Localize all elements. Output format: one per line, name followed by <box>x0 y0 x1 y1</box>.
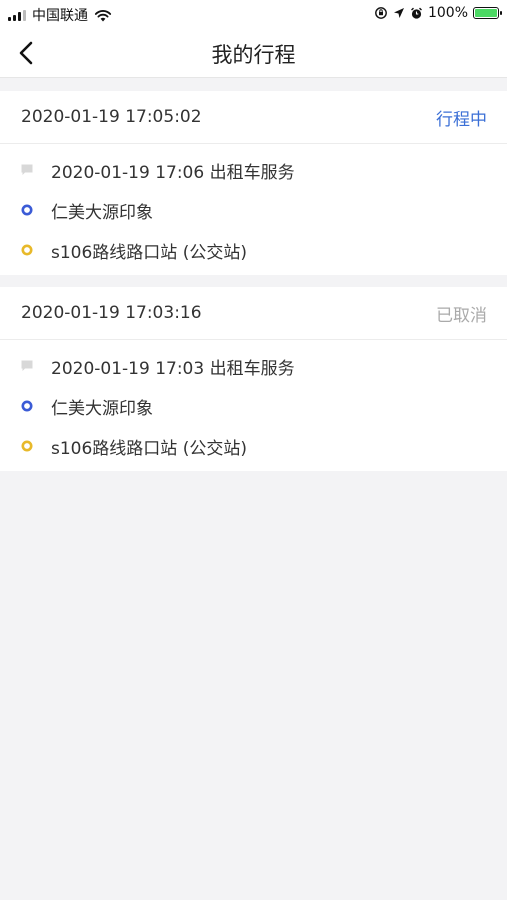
cellular-signal-icon <box>8 9 26 21</box>
trip-end-row: s106路线路口站 (公交站) <box>0 230 507 270</box>
trip-card[interactable]: 2020-01-19 17:03:16 已取消 2020-01-19 17:03… <box>0 287 507 471</box>
trip-status-badge: 已取消 <box>436 305 487 326</box>
battery-percent: 100% <box>427 5 468 21</box>
trip-list: 2020-01-19 17:05:02 行程中 2020-01-19 17:06… <box>0 91 507 483</box>
trip-status-badge: 行程中 <box>436 109 487 130</box>
nav-bar: 我的行程 <box>0 28 507 78</box>
trip-card-header: 2020-01-19 17:05:02 行程中 <box>0 91 507 144</box>
trip-card-header: 2020-01-19 17:03:16 已取消 <box>0 287 507 340</box>
trip-end-location: s106路线路口站 (公交站) <box>51 242 247 263</box>
end-location-dot-icon <box>20 243 34 257</box>
trip-end-row: s106路线路口站 (公交站) <box>0 426 507 466</box>
location-arrow-icon <box>393 8 404 18</box>
carrier-label: 中国联通 <box>32 8 88 24</box>
trip-order-time: 2020-01-19 17:05:02 <box>21 107 202 127</box>
trip-start-location: 仁美大源印象 <box>51 398 153 419</box>
battery-icon <box>473 7 502 19</box>
trip-order-time: 2020-01-19 17:03:16 <box>21 303 202 323</box>
message-icon <box>20 359 34 373</box>
trip-end-location: s106路线路口站 (公交站) <box>51 438 247 459</box>
alarm-icon <box>411 7 422 19</box>
trip-service-text: 2020-01-19 17:03 出租车服务 <box>51 358 295 379</box>
trip-start-row: 仁美大源印象 <box>0 386 507 426</box>
trip-card[interactable]: 2020-01-19 17:05:02 行程中 2020-01-19 17:06… <box>0 91 507 275</box>
status-bar: 中国联通 100% <box>0 0 507 28</box>
trip-start-location: 仁美大源印象 <box>51 202 153 223</box>
message-icon <box>20 163 34 177</box>
trip-service-row: 2020-01-19 17:06 出租车服务 <box>0 150 507 190</box>
rotation-lock-icon <box>375 7 387 19</box>
trip-start-row: 仁美大源印象 <box>0 190 507 230</box>
start-location-dot-icon <box>20 399 34 413</box>
end-location-dot-icon <box>20 439 34 453</box>
start-location-dot-icon <box>20 203 34 217</box>
page-title: 我的行程 <box>211 43 296 67</box>
trip-service-row: 2020-01-19 17:03 出租车服务 <box>0 346 507 386</box>
trip-service-text: 2020-01-19 17:06 出租车服务 <box>51 162 295 183</box>
wifi-icon <box>94 9 112 21</box>
